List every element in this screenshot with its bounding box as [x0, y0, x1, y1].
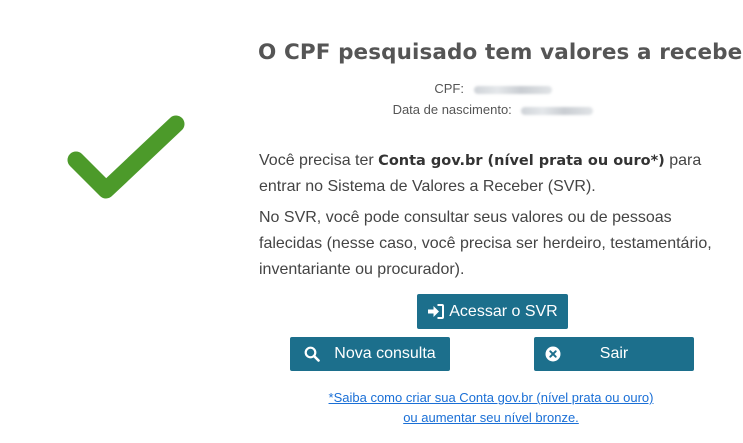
- access-svr-label: Acessar o SVR: [449, 302, 558, 320]
- svr-description-text: No SVR, você pode consultar seus valores…: [259, 209, 712, 278]
- search-icon: [304, 346, 321, 362]
- page-title: O CPF pesquisado tem valores a receber: [258, 40, 743, 65]
- gov-br-help-link[interactable]: *Saiba como criar sua Conta gov.br (níve…: [258, 388, 724, 428]
- cpf-info: CPF:: [258, 81, 728, 97]
- close-circle-icon: [545, 346, 561, 362]
- help-link-line-1: *Saiba como criar sua Conta gov.br (níve…: [328, 390, 654, 405]
- help-link-line-2: ou aumentar seu nível bronze.: [403, 410, 579, 425]
- sign-in-icon: [427, 304, 445, 319]
- gov-br-requirement-text: Você precisa ter Conta gov.br (nível pra…: [259, 148, 729, 200]
- new-query-button[interactable]: Nova consulta: [290, 337, 450, 371]
- requirement-prefix: Você precisa ter: [259, 152, 379, 169]
- cpf-value-redacted: [473, 85, 552, 94]
- exit-button[interactable]: Sair: [534, 337, 694, 371]
- birth-date-value-redacted: [521, 106, 594, 115]
- birth-date-label: Data de nascimento:: [392, 102, 512, 117]
- new-query-label: Nova consulta: [334, 345, 436, 362]
- access-svr-button[interactable]: Acessar o SVR: [417, 294, 568, 329]
- birth-date-info: Data de nascimento:: [258, 102, 728, 118]
- check-mark-icon: [67, 115, 185, 199]
- requirement-bold: Conta gov.br (nível prata ou ouro*): [378, 153, 665, 169]
- exit-label: Sair: [599, 345, 629, 362]
- cpf-label: CPF:: [434, 81, 464, 96]
